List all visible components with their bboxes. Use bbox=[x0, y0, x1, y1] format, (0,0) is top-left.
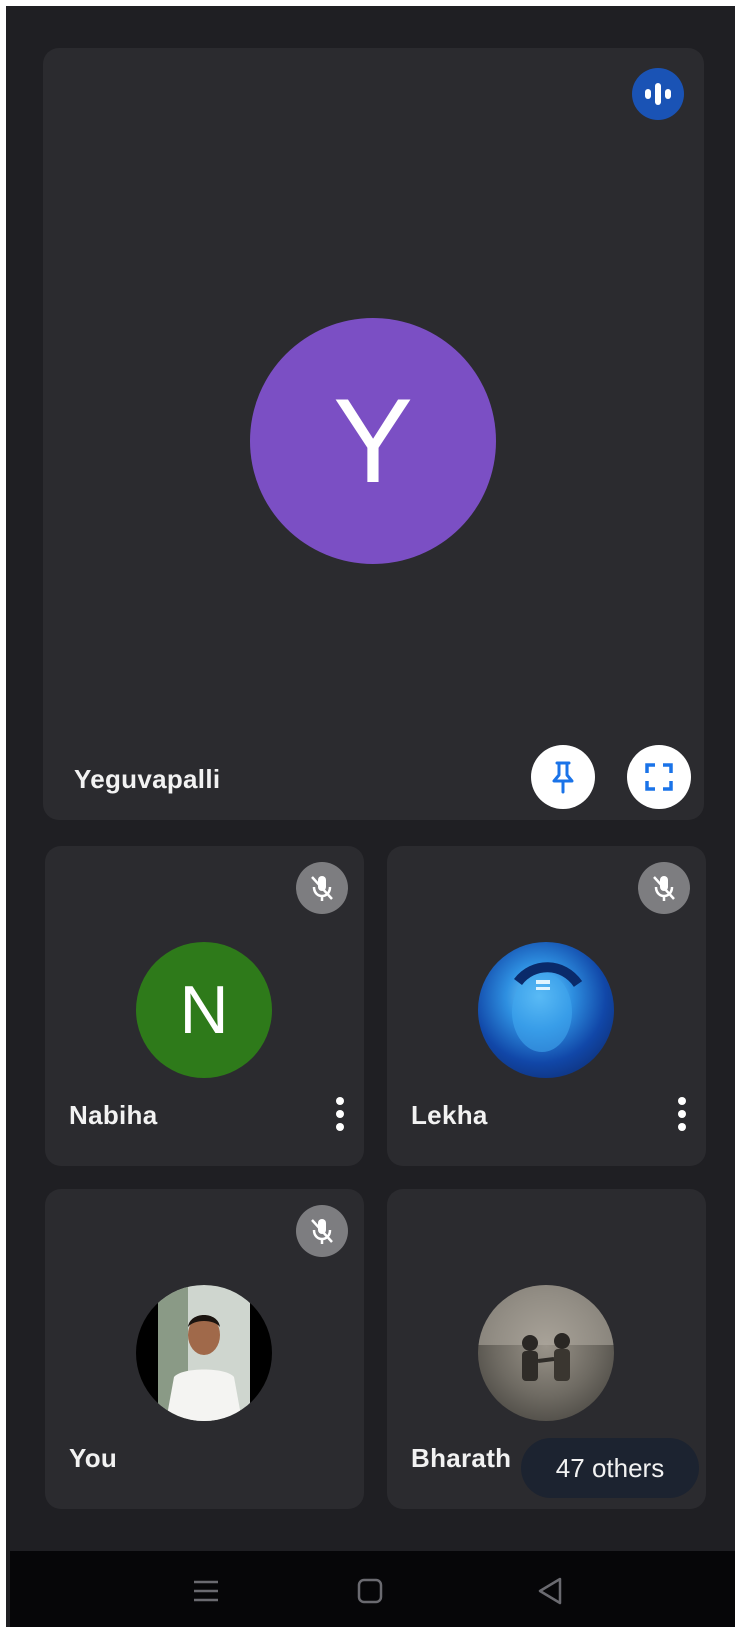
mic-off-icon bbox=[296, 862, 348, 914]
participant-name: Yeguvapalli bbox=[74, 764, 221, 794]
participant-name: Bharath bbox=[411, 1443, 512, 1473]
participant-tile-nabiha[interactable]: N Nabiha bbox=[45, 846, 364, 1166]
participant-tile-lekha[interactable]: Lekha bbox=[387, 846, 706, 1166]
fullscreen-button[interactable] bbox=[627, 745, 691, 809]
mic-off-icon bbox=[296, 1205, 348, 1257]
home-button[interactable] bbox=[350, 1573, 390, 1609]
audio-speaking-icon bbox=[632, 68, 684, 120]
more-options-button[interactable] bbox=[672, 1094, 692, 1134]
system-nav-bar bbox=[10, 1551, 735, 1627]
avatar-photo bbox=[478, 1285, 614, 1421]
avatar-initial: Y bbox=[332, 374, 414, 508]
back-icon bbox=[538, 1577, 562, 1605]
avatar-photo bbox=[478, 942, 614, 1078]
participant-name: You bbox=[69, 1443, 118, 1473]
home-icon bbox=[357, 1578, 383, 1604]
mic-off-icon bbox=[638, 862, 690, 914]
more-options-button[interactable] bbox=[330, 1094, 350, 1134]
more-vert-icon bbox=[678, 1097, 686, 1131]
avatar: N bbox=[136, 942, 272, 1078]
pin-button[interactable] bbox=[531, 745, 595, 809]
avatar-initial: N bbox=[179, 972, 229, 1048]
pin-icon bbox=[552, 761, 574, 794]
fullscreen-icon bbox=[645, 763, 673, 791]
menu-icon bbox=[194, 1580, 218, 1602]
avatar: Y bbox=[250, 318, 496, 564]
more-vert-icon bbox=[336, 1097, 344, 1131]
others-count-button[interactable]: 47 others bbox=[521, 1438, 699, 1498]
avatar-photo bbox=[136, 1285, 272, 1421]
participant-name: Nabiha bbox=[69, 1100, 158, 1130]
recents-button[interactable] bbox=[186, 1573, 226, 1609]
meeting-screen: Y Yeguvapalli N Nabiha Lekha You Bharath… bbox=[6, 6, 735, 1627]
main-participant-tile[interactable]: Y Yeguvapalli bbox=[43, 48, 704, 820]
participant-name: Lekha bbox=[411, 1100, 488, 1130]
back-button[interactable] bbox=[530, 1573, 570, 1609]
participant-tile-you[interactable]: You bbox=[45, 1189, 364, 1509]
